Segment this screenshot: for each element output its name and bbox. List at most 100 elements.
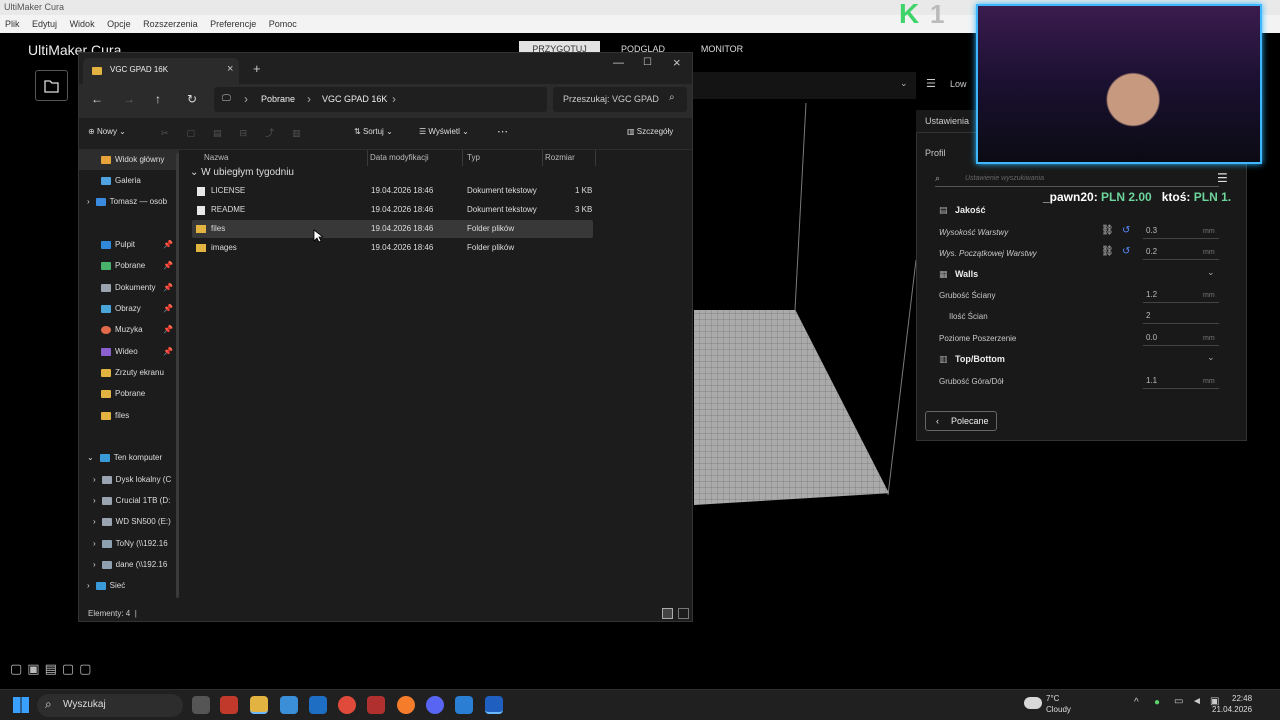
nav-item-onedrive[interactable]: › Tomasz — osob: [79, 192, 179, 212]
clock-date[interactable]: 21.04.2026: [1212, 705, 1252, 714]
menu-help[interactable]: Pomoc: [269, 15, 297, 33]
sliders-icon[interactable]: ☰: [926, 77, 936, 90]
nav-item-files[interactable]: files: [79, 406, 179, 426]
explorer-tab[interactable]: VGC GPAD 16K ×: [83, 58, 239, 84]
table-row[interactable]: LICENSE 19.04.2026 18:46 Dokument tekstowy…: [192, 182, 593, 200]
cura-icon[interactable]: [485, 696, 503, 714]
chevron-down-icon[interactable]: ⌄: [1207, 352, 1215, 363]
reset-icon[interactable]: ↺: [1122, 225, 1130, 236]
breadcrumb-item[interactable]: VGC GPAD 16K: [322, 94, 387, 104]
table-row-selected[interactable]: files 19.04.2026 18:46 Folder plików: [192, 220, 593, 238]
settings-search-input[interactable]: ⌕ Ustawienie wyszukiwania: [935, 173, 1219, 187]
clock-time[interactable]: 22:48: [1232, 694, 1252, 703]
section-topbottom[interactable]: Top/Bottom: [955, 354, 1005, 364]
column-type[interactable]: Typ: [467, 150, 543, 166]
view-button[interactable]: ☰ Wyświetl ⌄: [419, 127, 469, 136]
tiles-view-icon[interactable]: [678, 608, 689, 619]
recommended-button[interactable]: ‹ Polecane: [925, 411, 997, 431]
taskbar-search[interactable]: ⌕ Wyszukaj: [37, 694, 183, 717]
profile-short[interactable]: Low: [950, 79, 967, 89]
disabled-actions[interactable]: ✂▢▤⊟⤴▥: [161, 126, 319, 139]
breadcrumb-item[interactable]: Pobrane: [261, 94, 295, 104]
column-date[interactable]: Data modyfikacji: [370, 150, 463, 166]
details-view-icon[interactable]: [662, 608, 673, 619]
group-header[interactable]: ⌄ W ubiegłym tygodniu: [190, 167, 294, 178]
settings-menu-icon[interactable]: ☰: [1217, 171, 1228, 185]
nav-item-drive-c[interactable]: › Dysk lokalny (C: [79, 470, 179, 490]
nav-item-network-drive-tony[interactable]: › ToNy (\\192.16: [79, 534, 179, 554]
section-walls[interactable]: Walls: [955, 269, 978, 279]
new-button[interactable]: ⊕ Nowy ⌄: [88, 127, 126, 136]
nav-item-this-pc[interactable]: ⌄ Ten komputer: [79, 448, 179, 468]
close-window-icon[interactable]: ×: [673, 55, 681, 70]
tab-monitor[interactable]: MONITOR: [690, 41, 754, 58]
new-tab-icon[interactable]: +: [253, 61, 261, 76]
table-row[interactable]: README 19.04.2026 18:46 Dokument tekstowy 3…: [192, 201, 593, 219]
pin-icon: 📌: [163, 261, 173, 270]
nav-item-music[interactable]: Muzyka 📌: [79, 320, 179, 340]
network-icon[interactable]: ▭: [1174, 696, 1183, 707]
search-input[interactable]: Przeszukaj: VGC GPAD ⌕: [553, 87, 687, 112]
tray-chevron-icon[interactable]: ^: [1134, 697, 1139, 708]
back-icon[interactable]: ←: [91, 92, 103, 106]
nav-item-drive-e[interactable]: › WD SN500 (E:): [79, 512, 179, 532]
up-icon[interactable]: ↑: [155, 92, 161, 106]
menu-options[interactable]: Opcje: [107, 15, 131, 33]
refresh-icon[interactable]: ↻: [187, 92, 197, 106]
menu-view[interactable]: Widok: [70, 15, 95, 33]
app-icon[interactable]: [220, 696, 238, 714]
photos-icon[interactable]: [455, 696, 473, 714]
reset-icon[interactable]: ↺: [1122, 246, 1130, 257]
chevron-down-icon[interactable]: ⌄: [1207, 267, 1215, 278]
close-tab-icon[interactable]: ×: [227, 63, 233, 75]
nav-item-downloads[interactable]: Pobrane 📌: [79, 256, 179, 276]
nav-item-pictures[interactable]: Obrazy 📌: [79, 299, 179, 319]
nav-item-videos[interactable]: Wideo 📌: [79, 342, 179, 362]
file-explorer-icon[interactable]: [250, 696, 268, 714]
nav-item-downloads-2[interactable]: Pobrane: [79, 384, 179, 404]
link-icon[interactable]: ⛓: [1101, 225, 1114, 236]
table-row[interactable]: images 19.04.2026 18:46 Folder plików: [192, 239, 593, 257]
menu-extensions[interactable]: Rozszerzenia: [143, 15, 198, 33]
outlook-icon[interactable]: [309, 696, 327, 714]
forward-icon[interactable]: →: [123, 92, 135, 106]
microphone-icon[interactable]: ●: [1154, 697, 1160, 708]
column-size[interactable]: Rozmiar: [545, 150, 596, 166]
details-button[interactable]: ▥ Szczegóły: [627, 127, 673, 136]
maximize-icon[interactable]: ☐: [643, 57, 652, 68]
view-cube-icons[interactable]: ▢▣▤▢▢: [0, 661, 120, 681]
store-icon[interactable]: [280, 696, 298, 714]
text-file-icon: [197, 206, 205, 215]
menu-preferences[interactable]: Preferencje: [210, 15, 256, 33]
task-view-icon[interactable]: [192, 696, 210, 714]
discord-icon[interactable]: [426, 696, 444, 714]
chevron-down-icon[interactable]: ⌄: [900, 78, 908, 89]
volume-icon[interactable]: ◄: [1192, 696, 1202, 707]
nav-scrollbar[interactable]: [176, 153, 179, 598]
nav-item-screenshots[interactable]: Zrzuty ekranu: [79, 363, 179, 383]
nav-item-drive-d[interactable]: › Crucial 1TB (D:: [79, 491, 179, 511]
breadcrumb[interactable]: 🖵 › Pobrane › VGC GPAD 16K ›: [214, 87, 547, 112]
nav-item-documents[interactable]: Dokumenty 📌: [79, 278, 179, 298]
nav-item-network-drive-dane[interactable]: › dane (\\192.16: [79, 555, 179, 575]
chrome-icon[interactable]: [338, 696, 356, 714]
more-icon[interactable]: ⋯: [497, 125, 508, 138]
open-file-icon[interactable]: [35, 70, 68, 101]
wall-count-input[interactable]: 2: [1143, 308, 1219, 324]
taskbar: ⌕ Wyszukaj 7°C Cloudy ^ ● ▭ ◄ ▣ 22:48 21…: [0, 689, 1280, 720]
nav-item-gallery[interactable]: Galeria: [79, 171, 179, 191]
section-quality[interactable]: Jakość: [955, 205, 986, 215]
menu-edit[interactable]: Edytuj: [32, 15, 57, 33]
sort-button[interactable]: ⇅ Sortuj ⌄: [354, 127, 393, 136]
column-name[interactable]: Nazwa: [204, 150, 368, 166]
start-icon[interactable]: [13, 697, 29, 713]
network-icon: [95, 581, 106, 590]
nav-item-desktop[interactable]: Pulpit 📌: [79, 235, 179, 255]
link-icon[interactable]: ⛓: [1101, 246, 1114, 257]
menu-file[interactable]: Plik: [5, 15, 20, 33]
firefox-icon[interactable]: [397, 696, 415, 714]
nav-item-home[interactable]: Widok główny: [79, 150, 179, 170]
nav-item-network[interactable]: › Sieć: [79, 576, 179, 596]
media-app-icon[interactable]: [367, 696, 385, 714]
minimize-icon[interactable]: —: [613, 57, 624, 69]
